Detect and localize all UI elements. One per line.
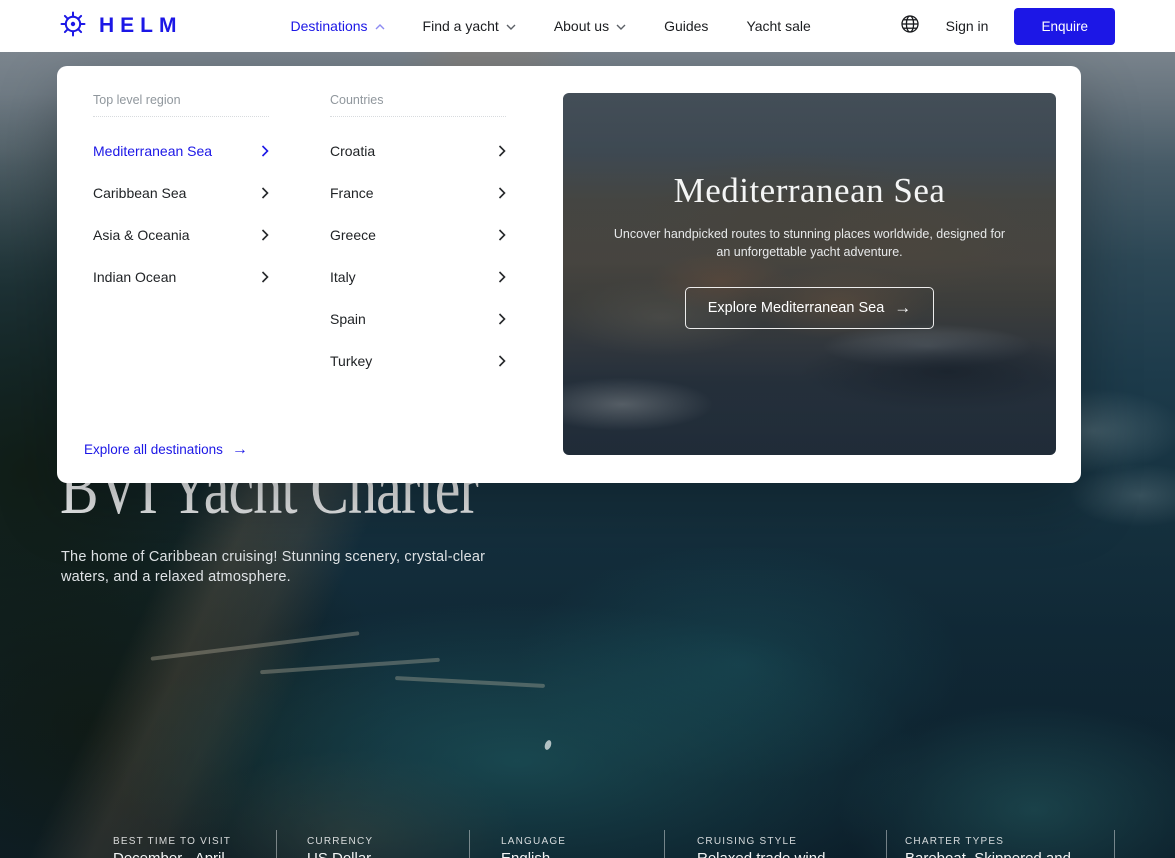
fact-value: December - April (113, 850, 276, 858)
fact-language: LANGUAGE English (470, 830, 665, 858)
destination-facts-bar: BEST TIME TO VISIT December - April CURR… (113, 830, 1115, 858)
fact-value: US Dollar (307, 850, 469, 858)
nav-item-about-us[interactable]: About us (554, 18, 626, 34)
featured-region-card: Mediterranean Sea Uncover handpicked rou… (563, 93, 1056, 455)
sign-in-link[interactable]: Sign in (946, 18, 989, 34)
enquire-button[interactable]: Enquire (1014, 8, 1115, 45)
chevron-right-icon (498, 271, 506, 283)
boat-shape (543, 739, 552, 750)
brand-logo[interactable]: HELM (60, 11, 183, 42)
nav-item-label: Find a yacht (423, 18, 499, 34)
chevron-right-icon (261, 271, 269, 283)
fact-label: CHARTER TYPES (905, 836, 1114, 847)
chevron-up-icon (375, 24, 385, 30)
brand-name: HELM (99, 14, 183, 38)
nav-item-find-a-yacht[interactable]: Find a yacht (423, 18, 516, 34)
menu-item-mediterranean-sea[interactable]: Mediterranean Sea (93, 143, 269, 159)
menu-item-label: Mediterranean Sea (93, 143, 212, 159)
column-header: Countries (330, 93, 506, 117)
nav-item-guides[interactable]: Guides (664, 18, 708, 34)
chevron-right-icon (498, 187, 506, 199)
chevron-right-icon (498, 313, 506, 325)
menu-item-label: Greece (330, 227, 376, 243)
explore-all-label: Explore all destinations (84, 442, 223, 457)
pier-shape (151, 631, 360, 661)
nav-item-label: Destinations (291, 18, 368, 34)
column-header: Top level region (93, 93, 269, 117)
chevron-down-icon (616, 24, 626, 30)
nav-item-label: About us (554, 18, 609, 34)
explore-all-destinations-link[interactable]: Explore all destinations → (84, 442, 248, 457)
top-navbar: HELM Destinations Find a yacht About us (0, 0, 1175, 52)
chevron-right-icon (261, 145, 269, 157)
menu-item-italy[interactable]: Italy (330, 269, 506, 285)
nav-item-destinations[interactable]: Destinations (291, 18, 385, 34)
menu-item-label: Croatia (330, 143, 375, 159)
menu-item-label: Indian Ocean (93, 269, 176, 285)
chevron-right-icon (261, 229, 269, 241)
menu-item-turkey[interactable]: Turkey (330, 353, 506, 369)
chevron-down-icon (506, 24, 516, 30)
fact-charter-types: CHARTER TYPES Bareboat, Skippered and (887, 830, 1115, 858)
fact-value: English (501, 850, 664, 858)
menu-item-label: Spain (330, 311, 366, 327)
destinations-mega-menu: Top level region Mediterranean Sea Carib… (57, 66, 1081, 483)
fact-label: CRUISING STYLE (697, 836, 886, 847)
explore-mediterranean-label: Explore Mediterranean Sea (708, 300, 885, 316)
helm-wheel-icon (60, 11, 86, 42)
fact-best-time: BEST TIME TO VISIT December - April (113, 830, 277, 858)
menu-item-label: Italy (330, 269, 356, 285)
pier-shape (260, 658, 440, 675)
globe-icon[interactable] (900, 14, 920, 39)
fact-label: BEST TIME TO VISIT (113, 836, 276, 847)
menu-item-croatia[interactable]: Croatia (330, 143, 506, 159)
menu-item-label: France (330, 185, 374, 201)
menu-item-label: Turkey (330, 353, 372, 369)
featured-region-title: Mediterranean Sea (674, 171, 946, 211)
nav-item-label: Guides (664, 18, 708, 34)
fact-value: Bareboat, Skippered and (905, 850, 1114, 858)
chevron-right-icon (261, 187, 269, 199)
nav-item-yacht-sale[interactable]: Yacht sale (746, 18, 810, 34)
chevron-right-icon (498, 355, 506, 367)
primary-nav: Destinations Find a yacht About us Guide… (291, 18, 811, 34)
menu-item-greece[interactable]: Greece (330, 227, 506, 243)
menu-item-france[interactable]: France (330, 185, 506, 201)
explore-mediterranean-button[interactable]: Explore Mediterranean Sea → (685, 287, 935, 329)
nav-item-label: Yacht sale (746, 18, 810, 34)
menu-item-spain[interactable]: Spain (330, 311, 506, 327)
top-level-region-column: Top level region Mediterranean Sea Carib… (93, 93, 269, 285)
countries-column: Countries Croatia France Greece (330, 93, 506, 369)
chevron-right-icon (498, 229, 506, 241)
arrow-right-icon: → (894, 301, 911, 315)
fact-currency: CURRENCY US Dollar (277, 830, 470, 858)
page-description: The home of Caribbean cruising! Stunning… (61, 547, 491, 587)
fact-label: LANGUAGE (501, 836, 664, 847)
fact-cruising-style: CRUISING STYLE Relaxed trade wind (665, 830, 887, 858)
pier-shape (395, 676, 545, 688)
fact-value: Relaxed trade wind (697, 850, 886, 858)
nav-right-group: Sign in Enquire (900, 8, 1115, 45)
fact-label: CURRENCY (307, 836, 469, 847)
menu-item-asia-oceania[interactable]: Asia & Oceania (93, 227, 269, 243)
page: BVI Yacht Charter The home of Caribbean … (0, 0, 1175, 858)
menu-item-caribbean-sea[interactable]: Caribbean Sea (93, 185, 269, 201)
menu-item-indian-ocean[interactable]: Indian Ocean (93, 269, 269, 285)
featured-region-subtitle: Uncover handpicked routes to stunning pl… (614, 225, 1006, 261)
menu-item-label: Caribbean Sea (93, 185, 186, 201)
menu-item-label: Asia & Oceania (93, 227, 190, 243)
arrow-right-icon: → (232, 443, 248, 456)
chevron-right-icon (498, 145, 506, 157)
